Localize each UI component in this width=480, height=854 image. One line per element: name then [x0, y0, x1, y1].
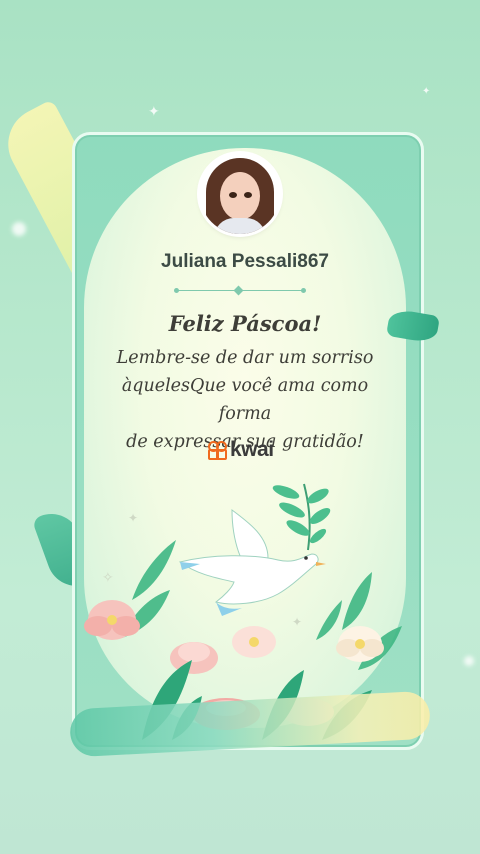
- brand-name: kwai: [230, 438, 274, 461]
- avatar[interactable]: [200, 154, 280, 234]
- svg-text:✦: ✦: [128, 511, 138, 525]
- card-title: Feliz Páscoa!: [168, 311, 322, 336]
- dove-icon: [178, 508, 326, 616]
- kwai-logo-icon: [208, 441, 227, 460]
- message-line: àquelesQue você ama como forma: [121, 376, 369, 424]
- sparkle-icon: ✦: [148, 104, 160, 120]
- glow-dot: [464, 656, 474, 666]
- svg-text:✦: ✦: [292, 615, 302, 629]
- svg-text:✧: ✧: [102, 570, 114, 586]
- olive-branch: [272, 483, 331, 551]
- sparkle-icon: ✦: [422, 86, 431, 97]
- message-line: Lembre-se de dar um sorriso: [116, 348, 374, 368]
- username: Juliana Pessali867: [161, 251, 329, 272]
- divider: [174, 285, 306, 296]
- kwai-brand[interactable]: kwai: [208, 438, 274, 462]
- glow-dot: [12, 222, 26, 236]
